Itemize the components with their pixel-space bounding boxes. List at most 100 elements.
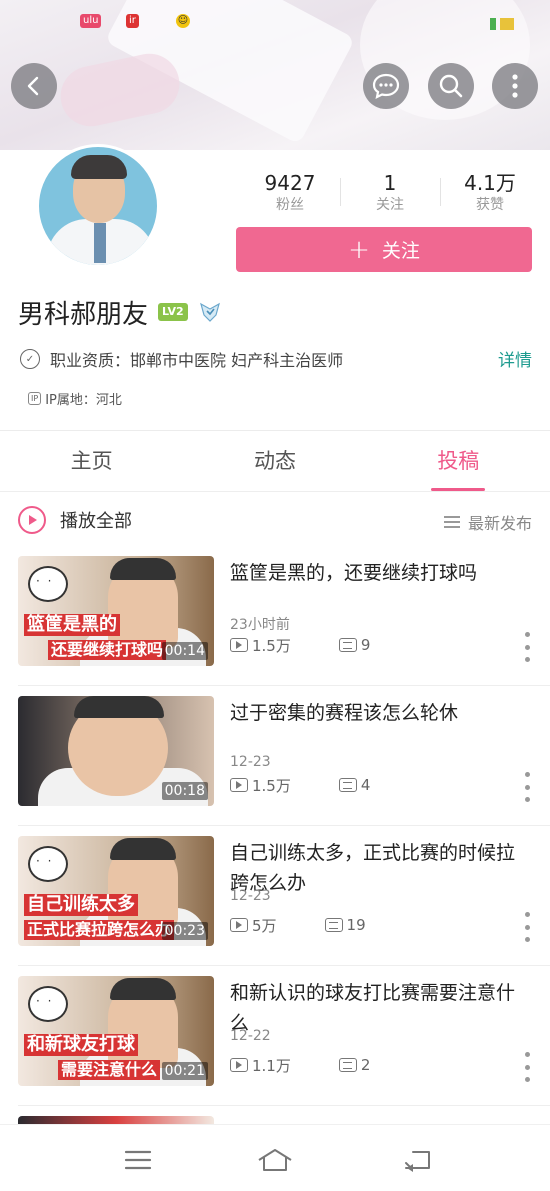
notification-icon: ir: [126, 14, 139, 28]
message-button[interactable]: [363, 63, 409, 109]
divider: [0, 430, 550, 431]
thumbnail-caption: 自己训练太多: [24, 894, 138, 916]
stat-likes[interactable]: 4.1万 获赞: [440, 170, 540, 216]
comment-count-icon: [324, 918, 343, 932]
video-thumbnail[interactable]: 篮筐是黑的 还要继续打球吗 00:14: [18, 556, 214, 666]
nav-home-button[interactable]: [255, 1145, 295, 1175]
play-count: 1.5万: [252, 636, 291, 655]
name-row: 男科郝朋友 LV2: [18, 294, 222, 330]
video-thumbnail[interactable]: 00:18: [18, 696, 214, 806]
back-button[interactable]: [11, 63, 57, 109]
stat-label: 关注: [376, 197, 404, 213]
play-count: 5万: [252, 916, 277, 935]
qualification-icon: ✓: [20, 349, 40, 369]
list-toolbar: 播放全部 最新发布: [0, 492, 550, 546]
video-date: 12-22: [230, 1028, 271, 1044]
video-duration: 00:18: [161, 782, 208, 800]
tab-uploads[interactable]: 投稿: [367, 432, 550, 491]
stat-fans[interactable]: 9427 粉丝: [240, 170, 340, 216]
chat-bubble-icon: [372, 73, 400, 99]
profile-stats: 9427 粉丝 1 关注 4.1万 获赞: [240, 170, 540, 216]
sort-button[interactable]: 最新发布: [443, 510, 532, 534]
stat-value: 4.1万: [464, 171, 516, 195]
follow-button[interactable]: + 关注: [236, 227, 532, 272]
profile-card: 9427 粉丝 1 关注 4.1万 获赞 + 关注 男科郝朋友 LV2 ✓ 职业…: [0, 144, 550, 432]
video-duration: 00:21: [161, 1062, 208, 1080]
video-title[interactable]: 自己训练太多，正式比赛的时候拉跨怎么办: [230, 838, 530, 898]
content-tabs: 主页 动态 投稿: [0, 432, 550, 492]
video-item[interactable]: [0, 1106, 550, 1124]
video-date: 12-23: [230, 754, 271, 770]
video-title[interactable]: 篮筐是黑的，还要继续打球吗: [230, 558, 530, 588]
video-date: 23小时前: [230, 617, 290, 633]
play-all-button[interactable]: 播放全部: [18, 506, 132, 534]
video-date: 12-23: [230, 888, 271, 904]
sticker-icon: [28, 846, 68, 882]
system-nav-bar: [0, 1124, 550, 1191]
comment-count: 2: [360, 1056, 371, 1074]
video-thumbnail[interactable]: 自己训练太多 正式比赛拉跨怎么办 00:23: [18, 836, 214, 946]
video-duration: 00:23: [161, 922, 208, 940]
ip-location: IP IP属地：河北: [28, 388, 122, 408]
video-thumbnail[interactable]: 和新球友打球 需要注意什么 00:21: [18, 976, 214, 1086]
comment-count: 19: [346, 916, 366, 934]
ip-icon: IP: [28, 391, 42, 405]
chevron-left-icon: [27, 76, 39, 96]
play-circle-icon: [18, 506, 46, 534]
sort-icon: [443, 516, 460, 528]
signal-icon: [490, 15, 522, 30]
video-duration: 00:14: [161, 642, 208, 660]
tab-home[interactable]: 主页: [0, 432, 183, 491]
play-count-icon: [230, 778, 248, 792]
status-bar: ulu ir ☺: [0, 8, 550, 32]
verified-badge-icon: [199, 302, 220, 322]
play-count-icon: [230, 638, 248, 652]
menu-icon: [124, 1150, 152, 1170]
video-title[interactable]: 和新认识的球友打比赛需要注意什么: [230, 978, 530, 1038]
video-title[interactable]: 过于密集的赛程该怎么轮休: [230, 698, 530, 728]
item-more-button[interactable]: [522, 772, 532, 802]
nav-menu-button[interactable]: [118, 1145, 158, 1175]
thumbnail-caption: 篮筐是黑的: [24, 614, 120, 636]
search-icon: [439, 74, 463, 98]
avatar[interactable]: [36, 144, 160, 268]
qualification-text: 职业资质：邯郸市中医院 妇产科主治医师: [50, 351, 344, 370]
search-button[interactable]: [428, 63, 474, 109]
detail-link[interactable]: 详情: [498, 346, 532, 371]
more-button[interactable]: [492, 63, 538, 109]
stat-value: 1: [383, 171, 397, 195]
back-icon: [405, 1151, 430, 1172]
video-item[interactable]: 和新球友打球 需要注意什么 00:21 和新认识的球友打比赛需要注意什么 12-…: [0, 966, 550, 1106]
nav-back-button[interactable]: [398, 1145, 438, 1175]
play-count-icon: [230, 1058, 248, 1072]
stat-label: 获赞: [476, 197, 504, 213]
video-item[interactable]: 自己训练太多 正式比赛拉跨怎么办 00:23 自己训练太多，正式比赛的时候拉跨怎…: [0, 826, 550, 966]
item-more-button[interactable]: [522, 912, 532, 942]
video-item[interactable]: 篮筐是黑的 还要继续打球吗 00:14 篮筐是黑的，还要继续打球吗 23小时前 …: [0, 546, 550, 686]
item-more-button[interactable]: [522, 1052, 532, 1082]
video-metrics: 1.1万 2: [230, 1054, 370, 1076]
comment-count: 9: [360, 636, 371, 654]
play-count-icon: [230, 918, 248, 932]
comment-count: 4: [360, 776, 371, 794]
comment-count-icon: [338, 1058, 357, 1072]
home-icon: [258, 1149, 292, 1171]
video-thumbnail[interactable]: [18, 1116, 214, 1124]
notification-icon: ulu: [80, 14, 102, 28]
video-list: 篮筐是黑的 还要继续打球吗 00:14 篮筐是黑的，还要继续打球吗 23小时前 …: [0, 546, 550, 1124]
tab-activity[interactable]: 动态: [183, 432, 366, 491]
stat-label: 粉丝: [276, 197, 304, 213]
stat-following[interactable]: 1 关注: [340, 170, 440, 216]
plus-icon: +: [348, 234, 370, 265]
item-more-button[interactable]: [522, 632, 532, 662]
follow-label: 关注: [381, 240, 420, 262]
video-metrics: 1.5万 4: [230, 774, 370, 796]
stat-value: 9427: [264, 171, 316, 195]
video-metrics: 5万 19: [230, 914, 366, 936]
video-item[interactable]: 00:18 过于密集的赛程该怎么轮休 12-23 1.5万 4: [0, 686, 550, 826]
play-count: 1.5万: [252, 776, 291, 795]
thumbnail-caption: 和新球友打球: [24, 1034, 138, 1056]
sort-label: 最新发布: [467, 514, 532, 533]
play-count: 1.1万: [252, 1056, 291, 1075]
level-badge: LV2: [158, 303, 188, 321]
